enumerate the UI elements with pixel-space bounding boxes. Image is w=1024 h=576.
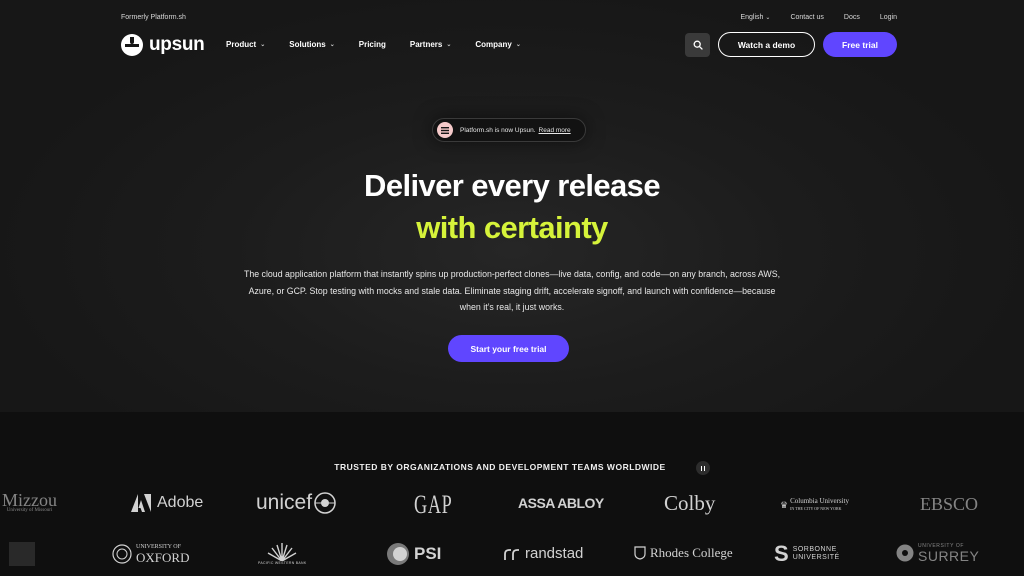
nav-item-partners[interactable]: Partners ⌄: [410, 40, 452, 49]
utility-links: English ⌄ Contact us Docs Login: [700, 14, 897, 21]
nav-item-pricing[interactable]: Pricing: [359, 40, 386, 49]
chevron-down-icon: ⌄: [329, 42, 335, 48]
oxford-crest-icon: [112, 544, 132, 564]
nav-item-label: Partners: [409, 40, 443, 49]
logo-text: upsun: [149, 34, 205, 55]
headline-line-1: Deliver every release: [364, 168, 661, 203]
psi-orb-icon: [387, 543, 409, 565]
search-icon: [693, 40, 703, 50]
main-nav: upsun Product ⌄ Solutions ⌄ Pricing Partne…: [121, 32, 897, 58]
nav-item-solutions[interactable]: Solutions ⌄: [289, 40, 334, 49]
chevron-down-icon: ⌄: [515, 42, 521, 48]
nav-menu: Product ⌄ Solutions ⌄ Pricing Partners ⌄ Co…: [226, 40, 521, 49]
adobe-wordmark: Adobe: [157, 494, 204, 511]
randstad-icon: [504, 548, 519, 560]
mizzou-subtitle: University of Missouri: [6, 508, 53, 513]
upsun-logo[interactable]: upsun: [121, 34, 205, 56]
mizzou-wordmark: Mizzou: [2, 490, 57, 510]
utility-bar: Formerly Platform.sh English ⌄ Contact us…: [121, 12, 897, 26]
hero-headline: Deliver every release with certainty: [0, 166, 1024, 248]
language-label: English: [740, 14, 764, 21]
watch-demo-button[interactable]: Watch a demo: [718, 32, 815, 57]
columbia-subtitle: IN THE CITY OF NEW YORK: [790, 506, 842, 511]
nav-item-label: Solutions: [289, 40, 326, 49]
columbia-wordmark: Columbia University: [790, 497, 849, 505]
assa-abloy-wordmark: ASSA ABLOY: [518, 495, 604, 511]
menu-icon: [437, 122, 453, 138]
chevron-down-icon: ⌄: [765, 15, 771, 21]
assa-abloy-logo: ASSA ABLOY: [518, 495, 604, 511]
psi-wordmark: PSI: [414, 544, 442, 563]
docs-link[interactable]: Docs: [844, 14, 860, 21]
gap-logo: GAP: [414, 490, 469, 520]
pause-icon-bar: [700, 465, 703, 471]
pacific-western-wordmark: PACIFIC WESTERN BANK: [258, 561, 307, 565]
pause-button[interactable]: [696, 461, 710, 475]
adobe-icon: [131, 494, 151, 512]
surrey-logo: UNIVERSITY OF SURREY: [896, 543, 979, 563]
contact-link[interactable]: Contact us: [790, 14, 823, 21]
surrey-wordmark: SURREY: [918, 548, 980, 564]
free-trial-button[interactable]: Free trial: [823, 32, 897, 57]
ebsco-logo: EBSCO: [920, 494, 978, 515]
trusted-heading: TRUSTED BY ORGANIZATIONS AND DEVELOPMENT…: [334, 462, 666, 472]
oxford-logo: UNIVERSITY OF OXFORD: [112, 543, 189, 565]
chevron-down-icon: ⌄: [260, 42, 266, 48]
language-selector[interactable]: English ⌄: [720, 14, 770, 21]
login-link[interactable]: Login: [880, 14, 897, 21]
sorbonne-line-1: SORBONNE: [792, 546, 837, 553]
psi-logo: PSI: [384, 542, 441, 566]
nav-item-label: Product: [226, 40, 257, 49]
search-button[interactable]: [685, 33, 710, 57]
hero-description: The cloud application platform that inst…: [243, 269, 781, 312]
rhodes-crest-icon: [634, 546, 646, 560]
nav-item-company[interactable]: Company ⌄: [475, 40, 520, 49]
rhodes-college-wordmark: Rhodes College: [650, 545, 733, 560]
unicef-logo: unicef: [256, 491, 336, 515]
pause-icon-bar: [703, 465, 706, 471]
headline-line-2: with certainty: [416, 210, 608, 245]
nav-item-label: Company: [475, 40, 512, 49]
randstad-wordmark: randstad: [525, 545, 584, 562]
columbia-logo: ♛ Columbia University IN THE CITY OF NEW…: [780, 498, 849, 512]
upsun-logo-icon: [121, 34, 143, 56]
gap-wordmark: GAP: [414, 490, 453, 519]
surrey-icon: [896, 544, 914, 562]
globe-icon: [314, 492, 336, 514]
mizzou-logo: Mizzou University of Missouri: [2, 490, 57, 513]
randstad-logo: randstad: [504, 545, 583, 562]
colby-wordmark: Colby: [664, 491, 716, 515]
nav-item-product[interactable]: Product ⌄: [226, 40, 265, 49]
sorbonne-logo: S SORBONNE UNIVERSITÉ: [774, 541, 840, 567]
sorbonne-s-icon: S: [774, 541, 789, 566]
nav-item-label: Pricing: [358, 40, 386, 49]
read-more-link[interactable]: Read more: [539, 127, 571, 134]
announcement-pill[interactable]: Platform.sh is now Upsun. Read more: [432, 118, 586, 142]
crown-icon: ♛: [780, 499, 789, 510]
start-free-trial-button[interactable]: Start your free trial: [448, 335, 569, 362]
oxford-wordmark: OXFORD: [136, 550, 190, 565]
sunburst-icon: [267, 543, 297, 561]
logo-row-1: Mizzou University of Missouri Adobe unic…: [0, 490, 1024, 520]
unicef-wordmark: unicef: [256, 491, 313, 514]
logo-row-2: UNIVERSITY OF OXFORD PACIFIC WESTERN BAN…: [0, 540, 1024, 570]
adobe-logo: Adobe: [131, 494, 203, 512]
chevron-down-icon: ⌄: [446, 42, 452, 48]
announcement-text: Platform.sh is now Upsun.: [460, 126, 536, 134]
rhodes-college-logo: Rhodes College: [634, 545, 733, 561]
pacific-western-logo: PACIFIC WESTERN BANK: [258, 543, 307, 565]
partial-logo: [9, 542, 35, 566]
formerly-label: Formerly Platform.sh: [121, 14, 186, 21]
colby-logo: Colby: [664, 491, 715, 516]
ebsco-wordmark: EBSCO: [920, 494, 979, 514]
sorbonne-line-2: UNIVERSITÉ: [792, 554, 840, 561]
